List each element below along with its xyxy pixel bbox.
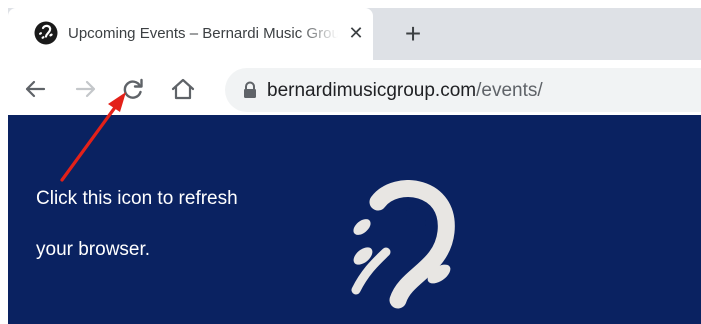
- browser-window: Upcoming Events – Bernardi Music Group ✕…: [0, 0, 701, 324]
- annotation-text-line-1: Click this icon to refresh: [36, 188, 238, 209]
- bernardi-logo-icon: [34, 21, 58, 45]
- url-text[interactable]: bernardimusicgroup.com/events/: [267, 79, 543, 103]
- lock-icon[interactable]: [241, 80, 259, 100]
- address-bar[interactable]: bernardimusicgroup.com/events/: [225, 68, 701, 112]
- browser-toolbar: bernardimusicgroup.com/events/: [8, 60, 701, 115]
- tab-upcoming-events[interactable]: Upcoming Events – Bernardi Music Group ✕: [8, 8, 373, 60]
- annotation-text-line-2: your browser.: [36, 239, 151, 260]
- tab-title: Upcoming Events – Bernardi Music Group: [68, 25, 338, 42]
- reload-icon[interactable]: [118, 74, 148, 104]
- url-domain: bernardimusicgroup.com: [267, 80, 477, 101]
- tab-strip: Upcoming Events – Bernardi Music Group ✕…: [8, 8, 701, 60]
- bernardi-logo: [351, 180, 455, 309]
- forward-arrow-icon[interactable]: [71, 74, 101, 104]
- url-path: /events/: [476, 80, 543, 101]
- close-tab-icon[interactable]: ✕: [345, 22, 367, 44]
- home-icon[interactable]: [168, 74, 198, 104]
- page-content: Click this icon to refresh your browser.: [8, 115, 701, 324]
- new-tab-button[interactable]: +: [398, 20, 428, 50]
- back-arrow-icon[interactable]: [20, 74, 50, 104]
